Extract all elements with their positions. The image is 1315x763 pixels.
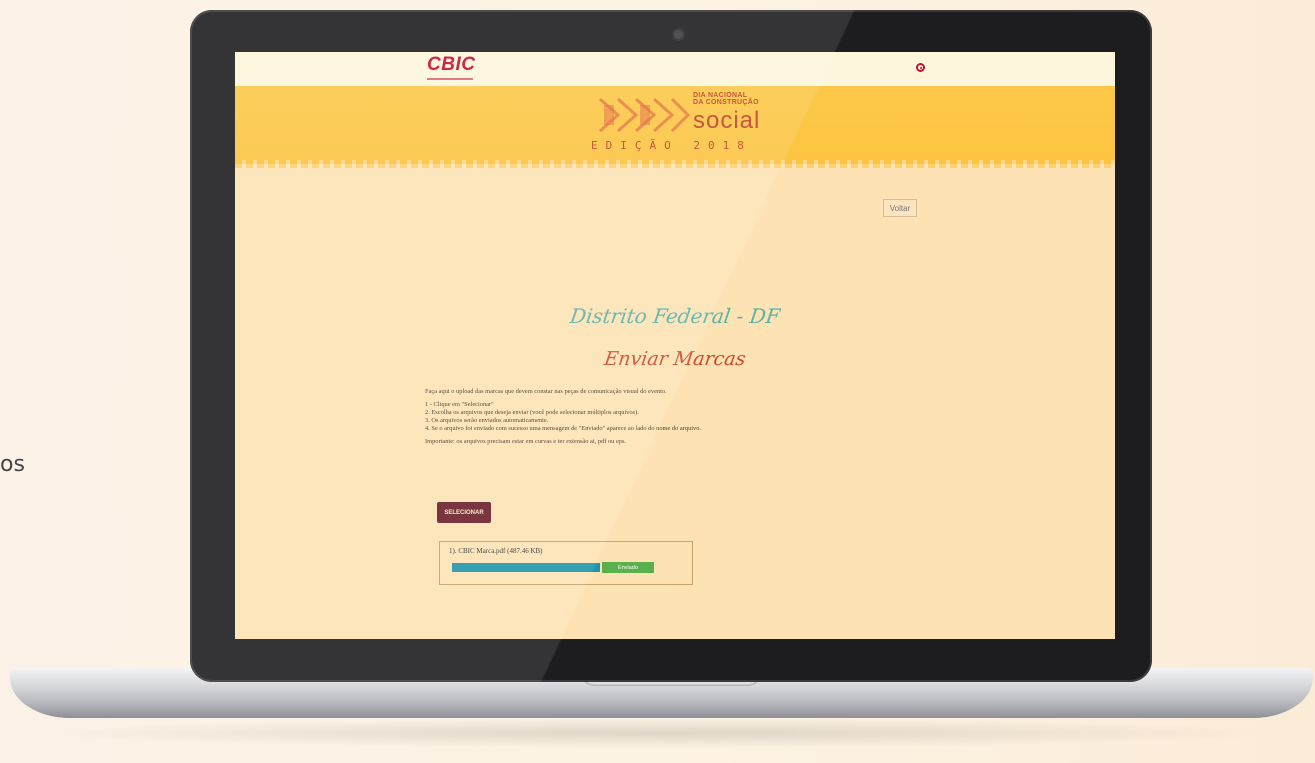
upload-file-item: 1). CBIC Marca.pdf (487.46 KB) Enviado	[439, 541, 693, 585]
back-button[interactable]: Voltar	[883, 199, 917, 217]
select-files-button[interactable]: SELECIONAR	[437, 502, 491, 523]
steps-list: 1 - Clique em "Selecionar" 2. Escolha os…	[425, 401, 885, 433]
page-title: Enviar Marcas	[602, 348, 748, 370]
instagram-icon[interactable]	[916, 63, 925, 72]
cbic-logo[interactable]: CBIC	[427, 54, 475, 76]
banner-torn-edge	[235, 160, 1115, 168]
region-heading: Distrito Federal - DF	[568, 304, 782, 328]
important-note: Importante: os arquivos precisam estar e…	[425, 438, 627, 445]
step-item: 1 - Clique em "Selecionar"	[425, 401, 494, 408]
upload-progress-bar	[452, 563, 600, 572]
file-name: 1). CBIC Marca.pdf (487.46 KB)	[449, 547, 543, 555]
top-bar: CBIC	[235, 52, 1115, 86]
event-logo-title: social	[693, 107, 761, 134]
step-item: 3. Os arquivos serão enviados automatica…	[425, 417, 549, 424]
camera-icon	[674, 30, 683, 39]
event-logo-mark	[599, 97, 690, 133]
event-edition: EDIÇÃO 2018	[591, 139, 752, 152]
background-caption-fragment: os	[0, 452, 25, 477]
event-logo-subtitle: DIA NACIONAL DA CONSTRUÇÃO	[693, 92, 759, 106]
laptop-shadow	[30, 718, 1290, 748]
step-item: 2. Escolha os arquivos que deseja enviar…	[425, 409, 639, 416]
sent-status-badge: Enviado	[602, 562, 654, 573]
intro-text: Faça aqui o upload das marcas que devem …	[425, 388, 667, 395]
cbic-logo-underline	[427, 78, 473, 80]
step-item: 4. Se o arquivo foi enviado com sucesso …	[425, 425, 702, 432]
instructions: Faça aqui o upload das marcas que devem …	[425, 388, 885, 451]
browser-screen: CBIC DIA NACIONAL DA CONSTRUÇÃO social E…	[235, 52, 1115, 639]
